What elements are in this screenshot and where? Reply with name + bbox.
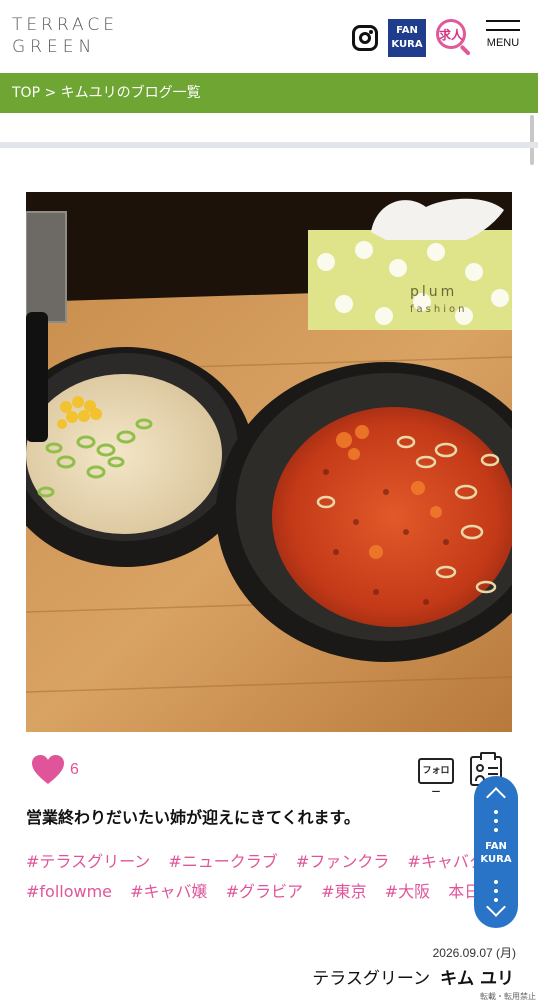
hashtag-link[interactable]: #ニュークラブ [168, 852, 277, 871]
hashtag-link[interactable]: #東京 [321, 882, 366, 901]
logo-text-line2: GREEN [12, 37, 97, 57]
floating-tab-label: FAN KURA [474, 840, 518, 866]
hashtag-link[interactable]: #テラスグリーン [26, 852, 150, 871]
copyright-notice: 転載・転用禁止 [480, 992, 536, 1000]
profile-head-shape [476, 764, 484, 772]
breadcrumb[interactable]: TOP > キムユリのブログ一覧 [0, 73, 538, 113]
site-header: TERRACE GREEN FAN KURA 求人 MENU [0, 0, 538, 72]
author-name: キム ユリ [440, 969, 514, 989]
job-search-button[interactable]: 求人 [436, 19, 474, 57]
floating-tab-line1: FAN [485, 841, 507, 852]
heart-icon [32, 755, 64, 784]
tissue-box-text2: fashion [410, 304, 467, 315]
terrace-green-logo[interactable]: TERRACE GREEN [12, 14, 119, 58]
hashtag-link[interactable]: #キャバ嬢 [130, 882, 207, 901]
shop-name: テラスグリーン [312, 969, 431, 989]
menu-label: MENU [486, 37, 520, 49]
blog-photo[interactable]: plum fashion [26, 192, 512, 732]
hashtag-link[interactable]: #グラビア [226, 882, 303, 901]
instagram-icon[interactable] [352, 25, 378, 51]
ramen-photo-illustration: plum fashion [26, 192, 512, 732]
hashtag-list: #テラスグリーン #ニュークラブ #ファンクラ #キャバクラ #followme… [26, 847, 526, 907]
hamburger-bar [486, 29, 520, 31]
logo-text-line1: TERRACE [12, 15, 119, 35]
job-label: 求人 [439, 27, 464, 42]
menu-button[interactable]: MENU [484, 16, 522, 60]
chevron-down-icon [486, 897, 506, 917]
section-divider [0, 142, 538, 148]
scrollbar-thumb[interactable] [530, 115, 534, 165]
like-count: 6 [70, 761, 79, 778]
chevron-up-icon [486, 787, 506, 807]
floating-tab-line2: KURA [480, 854, 512, 865]
magnifier-handle [459, 44, 471, 56]
hashtag-link[interactable]: #followme [26, 882, 112, 901]
fankura-line1: FAN [396, 25, 418, 36]
fankura-line2: KURA [391, 39, 423, 50]
dots-icon [494, 810, 498, 837]
header-icons: FAN KURA 求人 MENU [352, 16, 522, 60]
follow-button[interactable]: フォロー [418, 758, 454, 798]
profile-line [488, 767, 498, 769]
like-button[interactable]: 6 [30, 754, 79, 786]
fankura-button[interactable]: FAN KURA [388, 19, 426, 57]
tissue-box-text1: plum [410, 284, 457, 300]
profile-line [488, 773, 498, 775]
post-title: 営業終わりだいたい姉が迎えにきてくれます。 [26, 808, 360, 827]
hamburger-icon [486, 20, 520, 22]
post-date: 2026.09.07 (月) [432, 946, 516, 960]
post-author[interactable]: テラスグリーン キム ユリ [312, 964, 514, 989]
fankura-floating-tab[interactable]: FAN KURA [474, 776, 518, 928]
hashtag-link[interactable]: #ファンクラ [296, 852, 389, 871]
hashtag-link[interactable]: #大阪 [385, 882, 430, 901]
